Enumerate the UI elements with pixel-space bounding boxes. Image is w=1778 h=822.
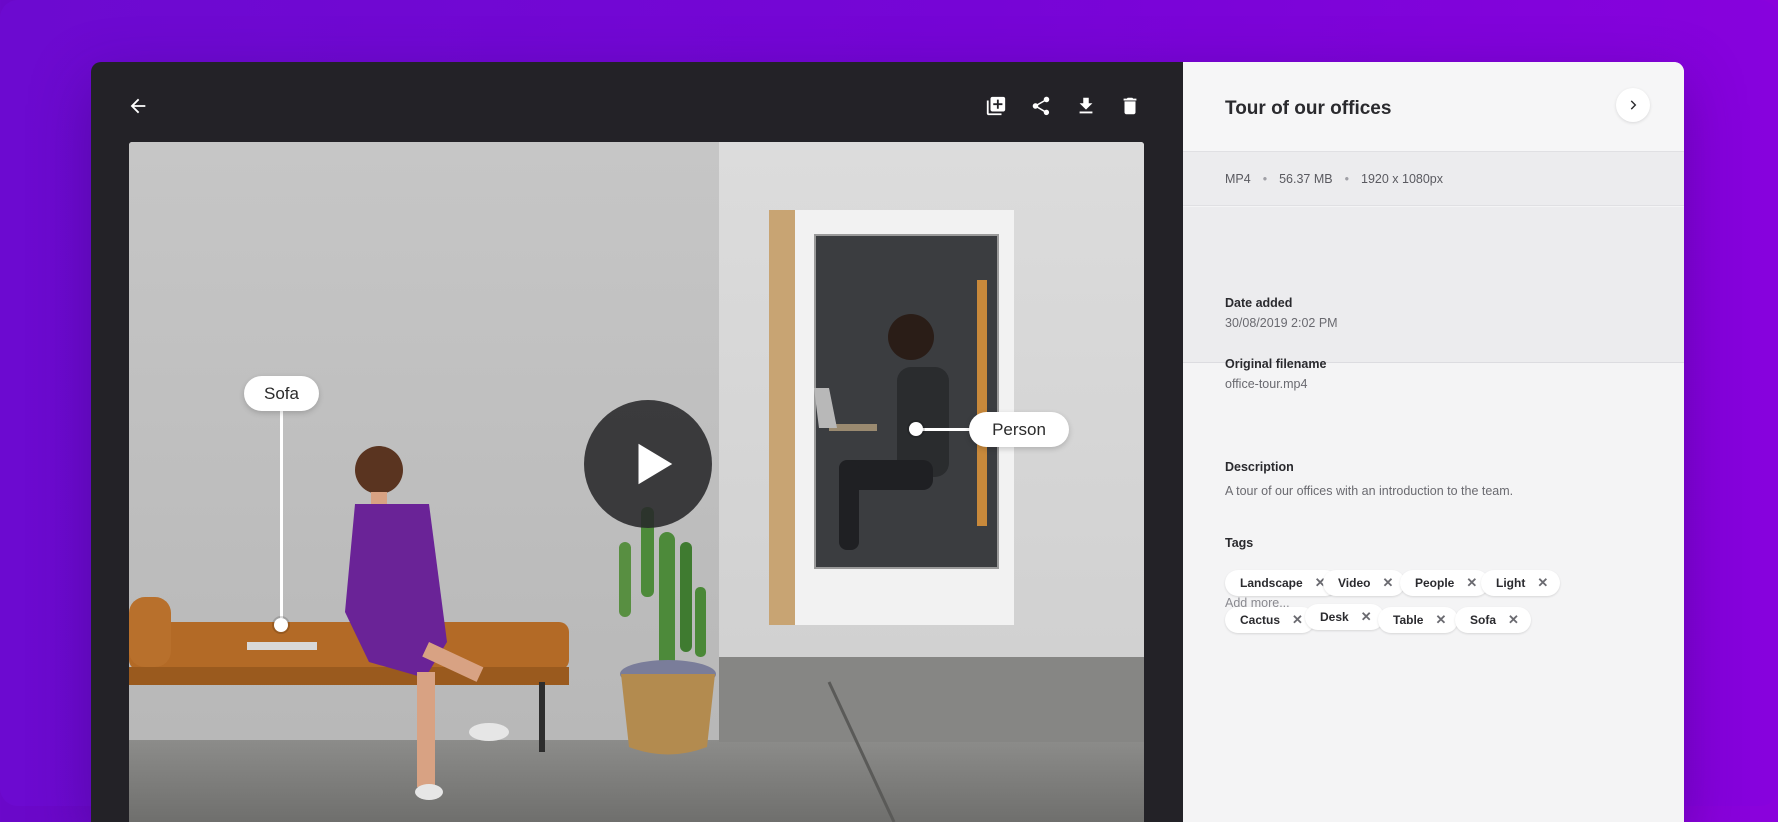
media-title: Tour of our offices bbox=[1225, 98, 1392, 119]
play-button[interactable] bbox=[584, 400, 712, 528]
remove-tag-icon[interactable]: ✕ bbox=[1361, 609, 1372, 625]
download-button[interactable] bbox=[1069, 89, 1103, 123]
tags-label: Tags bbox=[1225, 536, 1254, 550]
delete-icon bbox=[1123, 97, 1137, 115]
chevron-right-icon bbox=[1630, 100, 1637, 110]
file-meta-row: MP4 • 56.37 MB • 1920 x 1080px bbox=[1183, 152, 1684, 206]
sidebar-header: Tour of our offices bbox=[1183, 62, 1684, 152]
description-text[interactable]: A tour of our offices with an introducti… bbox=[1225, 484, 1513, 498]
play-icon bbox=[638, 443, 673, 485]
tag-label: Desk bbox=[1320, 610, 1349, 624]
tag-cactus[interactable]: Cactus ✕ bbox=[1225, 607, 1315, 633]
description-label: Description bbox=[1225, 460, 1294, 474]
delete-button[interactable] bbox=[1113, 89, 1147, 123]
tag-landscape[interactable]: Landscape ✕ bbox=[1225, 570, 1338, 596]
tag-label: Table bbox=[1393, 613, 1424, 627]
sofa-annotation-label[interactable]: Sofa bbox=[244, 376, 319, 411]
arrow-left-icon bbox=[130, 98, 146, 114]
tag-label: People bbox=[1415, 576, 1455, 590]
file-size: 56.37 MB bbox=[1279, 171, 1333, 186]
meta-separator: • bbox=[1262, 171, 1268, 186]
share-icon bbox=[1032, 96, 1050, 116]
remove-tag-icon[interactable]: ✕ bbox=[1508, 612, 1519, 628]
share-button[interactable] bbox=[1024, 89, 1058, 123]
meta-separator: • bbox=[1344, 171, 1349, 186]
file-dimensions: 1920 x 1080px bbox=[1361, 171, 1444, 186]
download-icon bbox=[1079, 97, 1093, 114]
tag-label: Landscape bbox=[1240, 576, 1303, 590]
remove-tag-icon[interactable]: ✕ bbox=[1537, 575, 1548, 591]
details-sidebar: Tour of our offices MP4 • 56.37 MB • 192… bbox=[1183, 62, 1684, 822]
remove-tag-icon[interactable]: ✕ bbox=[1382, 575, 1393, 591]
media-viewer: Sofa Person bbox=[91, 62, 1183, 822]
original-filename-label: Original filename bbox=[1225, 357, 1327, 371]
file-format: MP4 bbox=[1225, 171, 1251, 186]
tag-people[interactable]: People ✕ bbox=[1400, 570, 1490, 596]
person-annotation-marker[interactable] bbox=[909, 422, 923, 436]
tag-label: Light bbox=[1496, 576, 1526, 590]
add-more-tags[interactable]: Add more... bbox=[1225, 596, 1290, 610]
remove-tag-icon[interactable]: ✕ bbox=[1292, 612, 1303, 628]
tag-label: Video bbox=[1338, 576, 1371, 590]
tag-sofa[interactable]: Sofa ✕ bbox=[1455, 607, 1531, 633]
add-to-collection-icon bbox=[986, 96, 1006, 116]
remove-tag-icon[interactable]: ✕ bbox=[1435, 612, 1446, 628]
remove-tag-icon[interactable]: ✕ bbox=[1466, 575, 1477, 591]
person-annotation-label[interactable]: Person bbox=[969, 412, 1069, 447]
date-added-text: 30/08/2019 2:02 PM bbox=[1225, 316, 1338, 330]
back-button[interactable] bbox=[121, 89, 155, 123]
tag-table[interactable]: Table ✕ bbox=[1378, 607, 1459, 633]
original-filename-value: office-tour.mp4 bbox=[1225, 377, 1308, 391]
sofa-annotation-marker[interactable] bbox=[274, 618, 288, 632]
tag-light[interactable]: Light ✕ bbox=[1481, 570, 1561, 596]
file-details bbox=[1183, 207, 1684, 363]
tag-label: Cactus bbox=[1240, 613, 1281, 627]
tag-desk[interactable]: Desk ✕ bbox=[1305, 604, 1384, 630]
tag-video[interactable]: Video ✕ bbox=[1323, 570, 1406, 596]
date-added-heading: Date added bbox=[1225, 296, 1293, 310]
add-to-collection-button[interactable] bbox=[979, 89, 1013, 123]
person-annotation-line bbox=[917, 428, 971, 431]
video-preview[interactable]: Sofa Person bbox=[129, 142, 1144, 822]
tag-label: Sofa bbox=[1470, 613, 1497, 627]
media-detail-window: Sofa Person Tour of our offices MP4 • 56… bbox=[91, 62, 1684, 822]
next-button[interactable] bbox=[1616, 88, 1650, 122]
sofa-annotation-line bbox=[280, 392, 283, 618]
